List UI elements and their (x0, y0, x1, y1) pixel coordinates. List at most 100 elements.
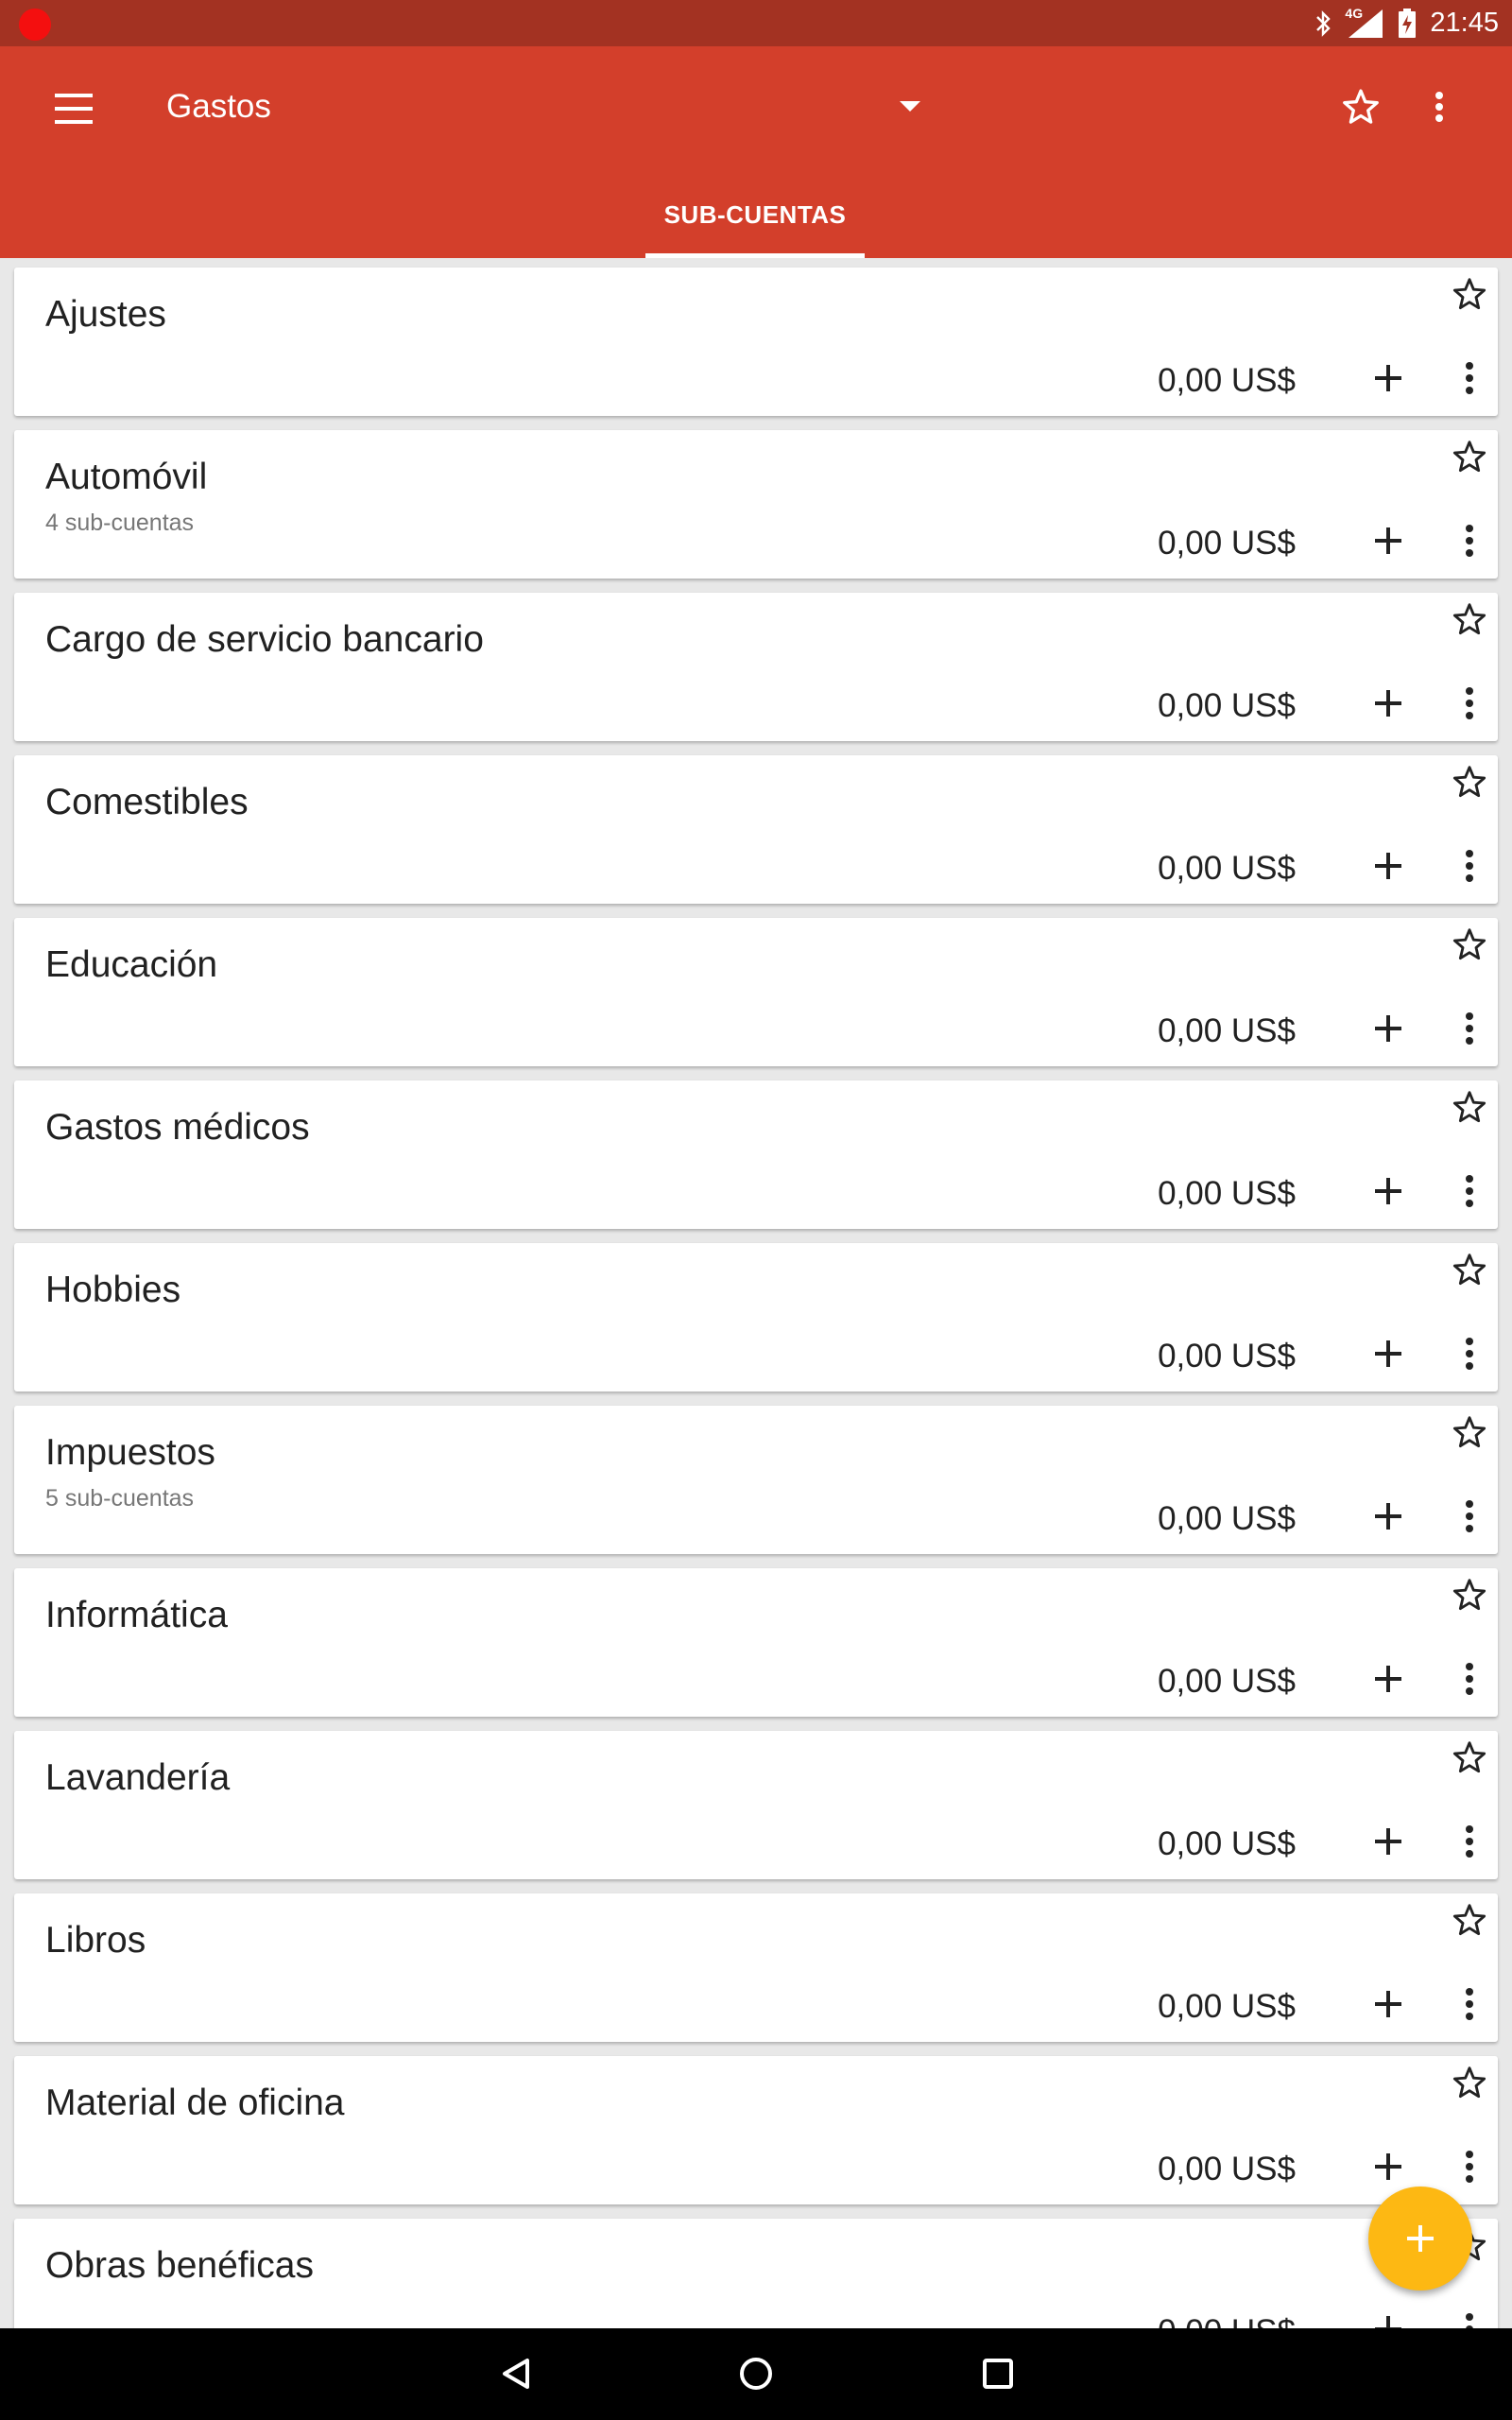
account-subaccounts: 5 sub-cuentas (45, 1485, 195, 1512)
more-vert-icon[interactable] (1458, 1497, 1481, 1535)
home-icon[interactable] (731, 2349, 781, 2403)
account-card[interactable]: Lavandería 0,00 US$ (14, 1731, 1498, 1879)
account-name: Obras benéficas (45, 2245, 314, 2286)
navigation-bar (0, 2328, 1512, 2420)
favorite-star-icon[interactable] (1451, 600, 1488, 638)
add-transaction-icon[interactable] (1369, 1985, 1407, 2023)
favorite-star-icon[interactable] (1451, 925, 1488, 963)
account-balance: 0,00 US$ (1158, 362, 1296, 399)
add-transaction-icon[interactable] (1369, 1172, 1407, 1210)
more-vert-icon[interactable] (1458, 1823, 1481, 1860)
add-transaction-icon[interactable] (1369, 2310, 1407, 2328)
account-balance: 0,00 US$ (1158, 525, 1296, 562)
account-name: Informática (45, 1595, 228, 1635)
account-balance: 0,00 US$ (1158, 850, 1296, 887)
account-balance: 0,00 US$ (1158, 1175, 1296, 1212)
more-vert-icon[interactable] (1458, 1010, 1481, 1047)
favorite-star-icon[interactable] (1451, 1088, 1488, 1126)
add-transaction-icon[interactable] (1369, 1335, 1407, 1373)
account-balance: 0,00 US$ (1158, 687, 1296, 724)
account-name: Comestibles (45, 782, 249, 822)
favorite-star-icon[interactable] (1451, 438, 1488, 475)
account-balance: 0,00 US$ (1158, 1988, 1296, 2025)
more-vert-icon[interactable] (1458, 1335, 1481, 1373)
account-balance: 0,00 US$ (1158, 1338, 1296, 1374)
network-type-label: 4G (1345, 5, 1364, 21)
more-vert-icon[interactable] (1458, 1985, 1481, 2023)
add-transaction-icon[interactable] (1369, 1823, 1407, 1860)
account-name: Impuestos (45, 1432, 215, 1473)
add-transaction-icon[interactable] (1369, 2148, 1407, 2186)
clock: 21:45 (1430, 8, 1499, 38)
add-account-button[interactable] (1368, 2187, 1472, 2290)
add-transaction-icon[interactable] (1369, 1010, 1407, 1047)
status-bar: 4G 21:45 (0, 0, 1512, 46)
account-card[interactable]: Comestibles 0,00 US$ (14, 755, 1498, 904)
favorite-star-icon[interactable] (1451, 2064, 1488, 2101)
account-card[interactable]: Obras benéficas 0,00 US$ (14, 2219, 1498, 2328)
account-card[interactable]: Impuestos 5 sub-cuentas 0,00 US$ (14, 1406, 1498, 1554)
account-balance: 0,00 US$ (1158, 1825, 1296, 1862)
more-vert-icon[interactable] (1458, 2310, 1481, 2328)
add-transaction-icon[interactable] (1369, 1660, 1407, 1698)
account-card[interactable]: Informática 0,00 US$ (14, 1568, 1498, 1717)
add-transaction-icon[interactable] (1369, 1497, 1407, 1535)
account-card[interactable]: Educación 0,00 US$ (14, 918, 1498, 1066)
account-card[interactable]: Automóvil 4 sub-cuentas 0,00 US$ (14, 430, 1498, 579)
account-balance: 0,00 US$ (1158, 1500, 1296, 1537)
menu-icon[interactable] (55, 94, 96, 128)
favorite-star-icon[interactable] (1451, 763, 1488, 801)
dropdown-arrow-icon[interactable] (900, 101, 920, 112)
add-transaction-icon[interactable] (1369, 522, 1407, 560)
favorite-star-icon[interactable] (1451, 1413, 1488, 1451)
bluetooth-icon (1316, 9, 1332, 37)
account-balance: 0,00 US$ (1158, 1663, 1296, 1700)
account-name: Automóvil (45, 457, 208, 497)
favorite-star-icon[interactable] (1451, 1738, 1488, 1776)
signal-4g-icon: 4G (1345, 5, 1384, 40)
status-icons: 4G 21:45 (1314, 0, 1499, 46)
account-name: Libros (45, 1920, 146, 1961)
favorite-star-icon[interactable] (1451, 1576, 1488, 1614)
recording-dot-icon (19, 9, 51, 41)
more-vert-icon[interactable] (1458, 2148, 1481, 2186)
account-name: Educación (45, 944, 218, 985)
battery-charging-icon (1399, 8, 1417, 38)
favorite-star-icon[interactable] (1451, 1901, 1488, 1939)
account-card[interactable]: Ajustes 0,00 US$ (14, 268, 1498, 416)
more-vert-icon[interactable] (1458, 359, 1481, 397)
add-transaction-icon[interactable] (1369, 359, 1407, 397)
account-card[interactable]: Hobbies 0,00 US$ (14, 1243, 1498, 1392)
more-vert-icon[interactable] (1458, 1660, 1481, 1698)
tab-sub-cuentas[interactable]: SUB-CUENTAS (645, 200, 865, 258)
account-name: Hobbies (45, 1270, 181, 1310)
app-bar: Gastos SUB-CUENTAS (0, 46, 1512, 258)
account-name: Material de oficina (45, 2083, 345, 2123)
more-vert-icon[interactable] (1458, 1172, 1481, 1210)
add-icon (1407, 2225, 1434, 2252)
account-card[interactable]: Material de oficina 0,00 US$ (14, 2056, 1498, 2204)
account-title[interactable]: Gastos (166, 88, 271, 126)
account-card[interactable]: Gastos médicos 0,00 US$ (14, 1080, 1498, 1229)
account-name: Ajustes (45, 294, 166, 335)
account-balance: 0,00 US$ (1158, 2151, 1296, 2187)
account-card[interactable]: Cargo de servicio bancario 0,00 US$ (14, 593, 1498, 741)
more-vert-icon[interactable] (1425, 86, 1453, 132)
account-balance: 0,00 US$ (1158, 2313, 1296, 2328)
more-vert-icon[interactable] (1458, 522, 1481, 560)
back-icon[interactable] (491, 2349, 541, 2403)
account-name: Gastos médicos (45, 1107, 310, 1148)
account-name: Cargo de servicio bancario (45, 619, 484, 660)
add-transaction-icon[interactable] (1369, 684, 1407, 722)
favorite-star-icon[interactable] (1451, 1251, 1488, 1288)
account-subaccounts: 4 sub-cuentas (45, 510, 195, 536)
more-vert-icon[interactable] (1458, 847, 1481, 885)
account-name: Lavandería (45, 1757, 231, 1798)
more-vert-icon[interactable] (1458, 684, 1481, 722)
favorite-star-icon[interactable] (1451, 275, 1488, 313)
add-transaction-icon[interactable] (1369, 847, 1407, 885)
star-outline-icon[interactable] (1340, 86, 1382, 132)
recents-icon[interactable] (973, 2349, 1022, 2403)
account-list[interactable]: Ajustes 0,00 US$ Automóvil 4 sub-cuentas 0,0… (0, 258, 1512, 2328)
account-card[interactable]: Libros 0,00 US$ (14, 1893, 1498, 2042)
